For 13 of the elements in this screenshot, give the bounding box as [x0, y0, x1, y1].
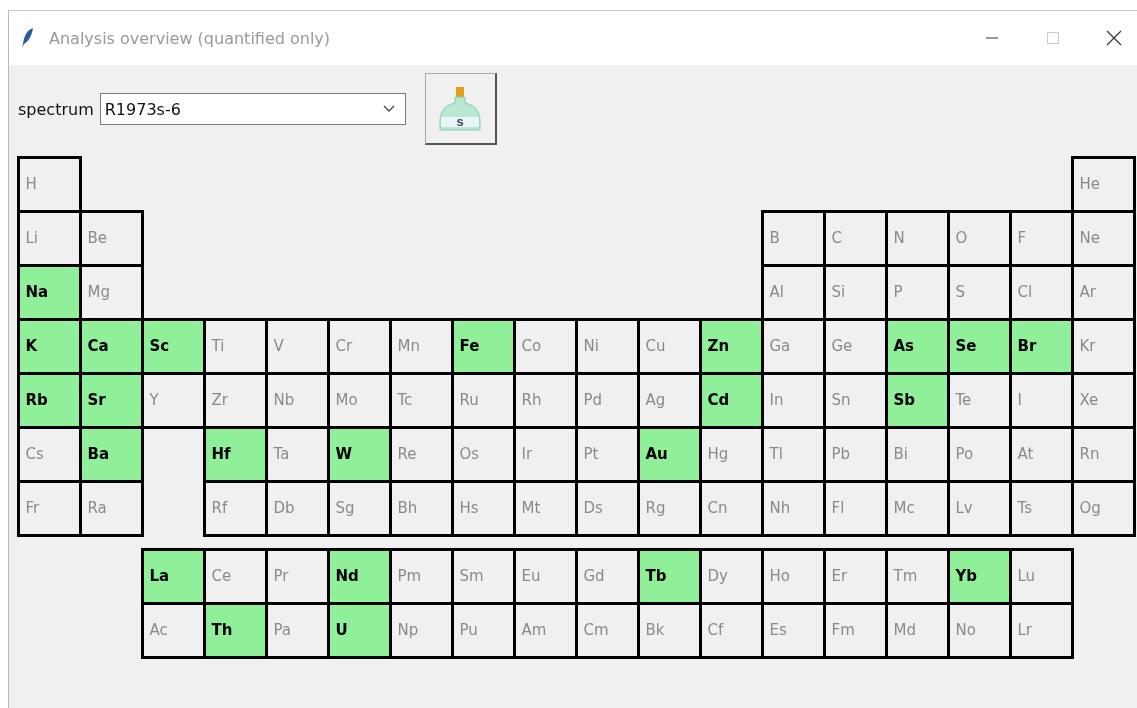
flask-button[interactable]: s: [424, 73, 497, 145]
minimize-icon: [986, 37, 998, 39]
chevron-down-icon: [382, 105, 395, 113]
element-cell[interactable]: He: [1070, 155, 1136, 213]
maximize-icon: [1045, 30, 1061, 46]
spectrum-dropdown[interactable]: R1973s-6: [99, 93, 406, 125]
feather-icon: [21, 27, 35, 49]
element-cell[interactable]: H: [16, 155, 82, 213]
window-title: Analysis overview (quantified only): [49, 28, 331, 48]
element-cell[interactable]: B: [760, 209, 826, 267]
element-cell[interactable]: La: [140, 547, 206, 605]
spectrum-label: spectrum: [18, 99, 94, 119]
close-icon: [1105, 29, 1123, 47]
